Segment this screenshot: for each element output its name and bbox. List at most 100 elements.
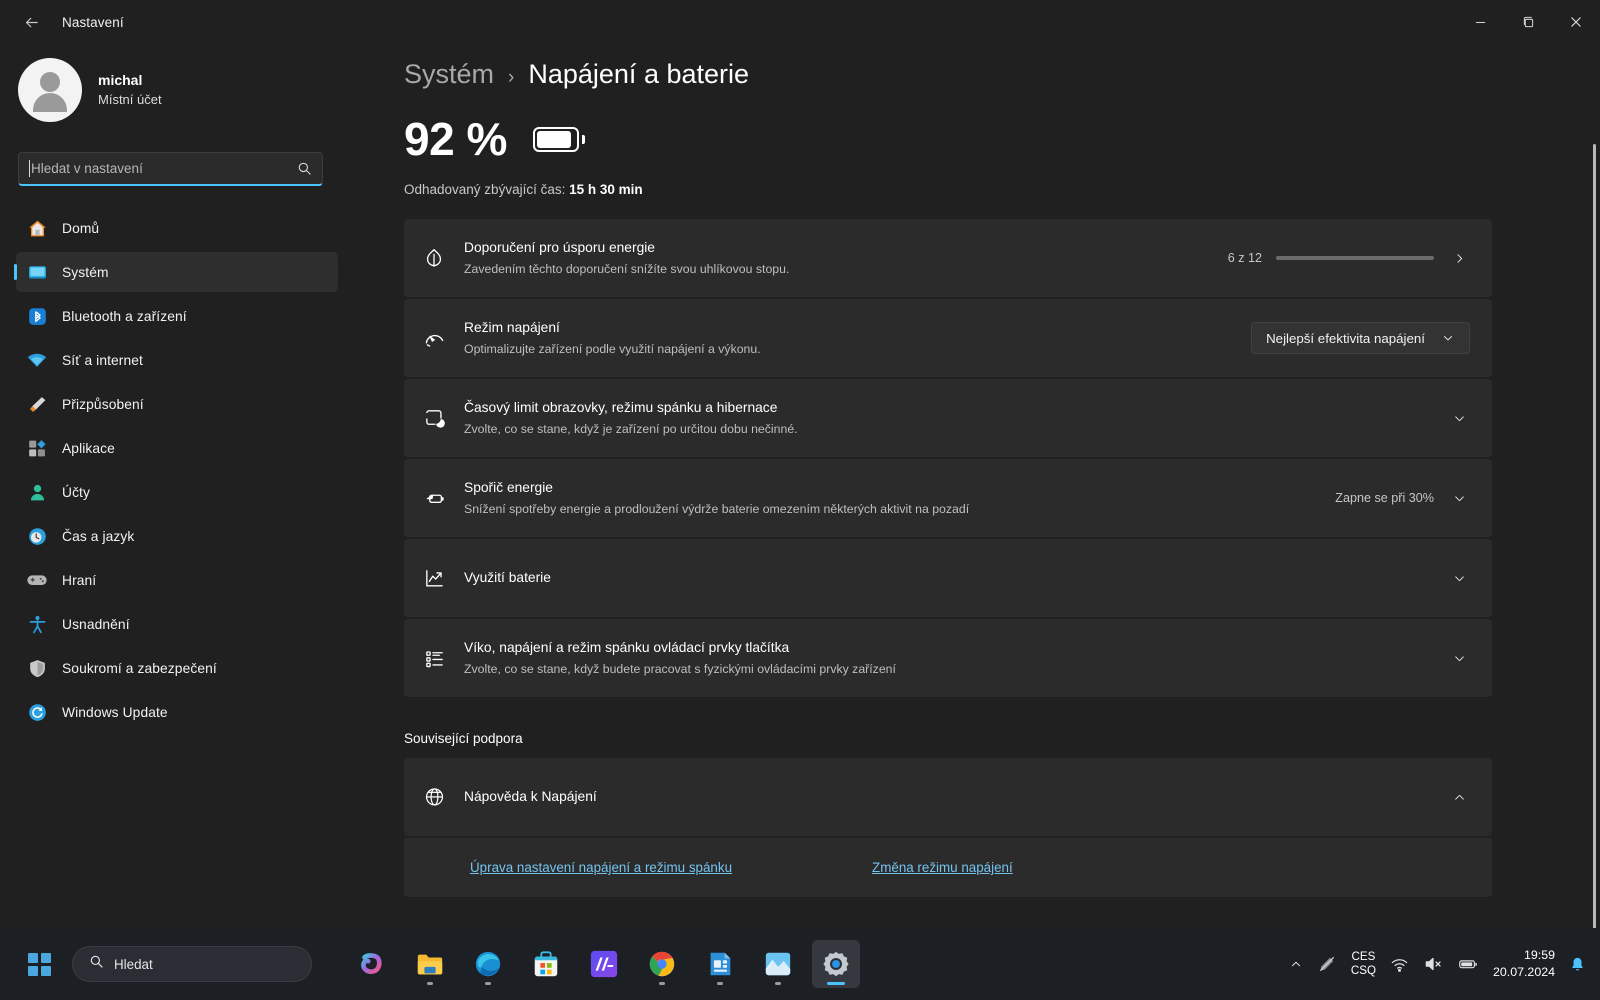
card-power-help[interactable]: Nápověda k Napájení — [404, 758, 1492, 836]
support-group: Nápověda k Napájení Úprava nastavení nap… — [404, 758, 1492, 897]
taskbar-app-photos[interactable] — [754, 940, 802, 988]
taskbar-app-office-doc[interactable] — [696, 940, 744, 988]
window-controls — [1456, 0, 1600, 44]
windows-start-icon[interactable] — [20, 945, 58, 983]
running-indicator — [427, 982, 433, 985]
chevron-down-icon[interactable] — [1448, 652, 1470, 665]
copilot-icon — [361, 953, 382, 974]
clock-icon — [26, 525, 48, 547]
gamepad-icon — [26, 569, 48, 591]
card-power-mode[interactable]: Režim napájení Optimalizujte zařízení po… — [404, 299, 1492, 377]
clock-date[interactable]: 19:59 20.07.2024 — [1493, 947, 1555, 980]
card-title: Režim napájení — [464, 319, 560, 335]
vertical-scrollbar[interactable] — [1593, 144, 1596, 928]
battery-icon[interactable] — [1457, 953, 1479, 975]
taskbar-app-copilot[interactable] — [348, 940, 396, 988]
chevron-up-icon[interactable] — [1289, 957, 1303, 971]
card-energy-recommendations[interactable]: Doporučení pro úsporu energie Zavedením … — [404, 219, 1492, 297]
card-title: Nápověda k Napájení — [464, 788, 597, 804]
taskbar-app-microsoft-store[interactable] — [522, 940, 570, 988]
taskbar-apps — [348, 940, 860, 988]
leaf-icon — [404, 247, 464, 269]
account-name: michal — [98, 72, 143, 89]
power-mode-select[interactable]: Nejlepší efektivita napájení — [1251, 322, 1470, 354]
minimize-button[interactable] — [1456, 0, 1504, 44]
sidebar-item-bluetooth[interactable]: Bluetooth a zařízení — [16, 296, 338, 336]
chevron-up-icon[interactable] — [1448, 791, 1470, 804]
taskbar-app-settings[interactable] — [812, 940, 860, 988]
taskbar-app-file-explorer[interactable] — [406, 940, 454, 988]
sidebar-item-time-language[interactable]: Čas a jazyk — [16, 516, 338, 556]
search-icon — [297, 161, 312, 176]
maximize-button[interactable] — [1504, 0, 1552, 44]
battery-remaining-label: Odhadovaný zbývající čas: — [404, 182, 566, 197]
screen-sleep-icon — [404, 407, 464, 430]
close-button[interactable] — [1552, 0, 1600, 44]
card-lid-power-buttons[interactable]: Víko, napájení a režim spánku ovládací p… — [404, 619, 1492, 697]
volume-muted-icon[interactable] — [1423, 954, 1443, 974]
sidebar-item-accounts[interactable]: Účty — [16, 472, 338, 512]
card-right — [1448, 652, 1470, 665]
shield-icon — [26, 657, 48, 679]
sidebar-item-label: Hraní — [62, 572, 97, 588]
recommendations-progress — [1276, 256, 1434, 260]
sidebar-item-gaming[interactable]: Hraní — [16, 560, 338, 600]
support-link-change-power-mode[interactable]: Změna režimu napájení — [872, 860, 1013, 875]
sidebar-item-privacy-security[interactable]: Soukromí a zabezpečení — [16, 648, 338, 688]
sidebar-item-windows-update[interactable]: Windows Update — [16, 692, 338, 732]
taskbar-app-edge[interactable] — [464, 940, 512, 988]
language-line-1: CES — [1351, 949, 1376, 963]
wifi-icon[interactable] — [1390, 955, 1409, 974]
back-button[interactable] — [8, 6, 54, 38]
main-content: Systém › Napájení a baterie 92 % Odhadov… — [352, 44, 1600, 928]
chevron-down-icon[interactable] — [1448, 572, 1470, 585]
sidebar-item-label: Účty — [62, 484, 90, 500]
chevron-right-icon[interactable] — [1448, 252, 1470, 265]
chrome-icon — [649, 951, 675, 977]
card-right: 6 z 12 — [1228, 251, 1470, 265]
pen-disabled-icon[interactable] — [1317, 954, 1337, 974]
bell-icon[interactable] — [1569, 956, 1586, 973]
taskbar-search-placeholder: Hledat — [114, 956, 153, 972]
sidebar-item-system[interactable]: Systém — [16, 252, 338, 292]
taskbar-app-ma[interactable] — [580, 940, 628, 988]
language-line-2: CSQ — [1350, 964, 1376, 977]
taskbar-app-chrome[interactable] — [638, 940, 686, 988]
card-text: Spořič energie Snížení spotřeby energie … — [464, 467, 1335, 529]
search-input[interactable]: Hledat v nastavení — [18, 152, 323, 186]
sidebar-item-accessibility[interactable]: Usnadnění — [16, 604, 338, 644]
ma-app-icon — [590, 950, 618, 978]
battery-saver-icon — [404, 487, 464, 510]
card-right — [1448, 412, 1470, 425]
sidebar-item-personalization[interactable]: Přizpůsobení — [16, 384, 338, 424]
breadcrumb-parent[interactable]: Systém — [404, 59, 494, 90]
card-subtitle: Optimalizujte zařízení podle využití nap… — [464, 341, 761, 356]
sidebar-item-apps[interactable]: Aplikace — [16, 428, 338, 468]
title-bar: Nastavení — [0, 0, 1600, 44]
maximize-icon — [1523, 16, 1533, 27]
gauge-icon — [404, 327, 464, 350]
card-battery-usage[interactable]: Využití baterie — [404, 539, 1492, 617]
card-screen-sleep-timeout[interactable]: Časový limit obrazovky, režimu spánku a … — [404, 379, 1492, 457]
language-indicator[interactable]: CES CSQ — [1351, 950, 1376, 979]
running-indicator — [775, 982, 781, 985]
taskbar-search-input[interactable]: Hledat — [72, 946, 312, 982]
sidebar-item-label: Čas a jazyk — [62, 528, 135, 544]
folder-icon — [417, 954, 443, 975]
search-container: Hledat v nastavení — [18, 152, 323, 186]
bluetooth-icon — [26, 305, 48, 327]
card-battery-saver[interactable]: Spořič energie Snížení spotřeby energie … — [404, 459, 1492, 537]
support-links: Úprava nastavení napájení a režimu spánk… — [404, 838, 1492, 897]
chevron-down-icon[interactable] — [1448, 492, 1470, 505]
chevron-down-icon[interactable] — [1448, 412, 1470, 425]
window-title: Nastavení — [62, 14, 124, 30]
sidebar-item-home[interactable]: Domů — [16, 208, 338, 248]
card-title: Spořič energie — [464, 479, 553, 495]
battery-percent: 92 % — [404, 113, 507, 165]
account-block[interactable]: michal Místní účet — [18, 58, 352, 122]
card-text: Režim napájení Optimalizujte zařízení po… — [464, 307, 1251, 369]
card-subtitle: Zavedením těchto doporučení snížíte svou… — [464, 261, 790, 276]
recommendations-count: 6 z 12 — [1227, 251, 1262, 265]
sidebar-item-network[interactable]: Síť a internet — [16, 340, 338, 380]
support-link-power-sleep-settings[interactable]: Úprava nastavení napájení a režimu spánk… — [470, 860, 732, 875]
